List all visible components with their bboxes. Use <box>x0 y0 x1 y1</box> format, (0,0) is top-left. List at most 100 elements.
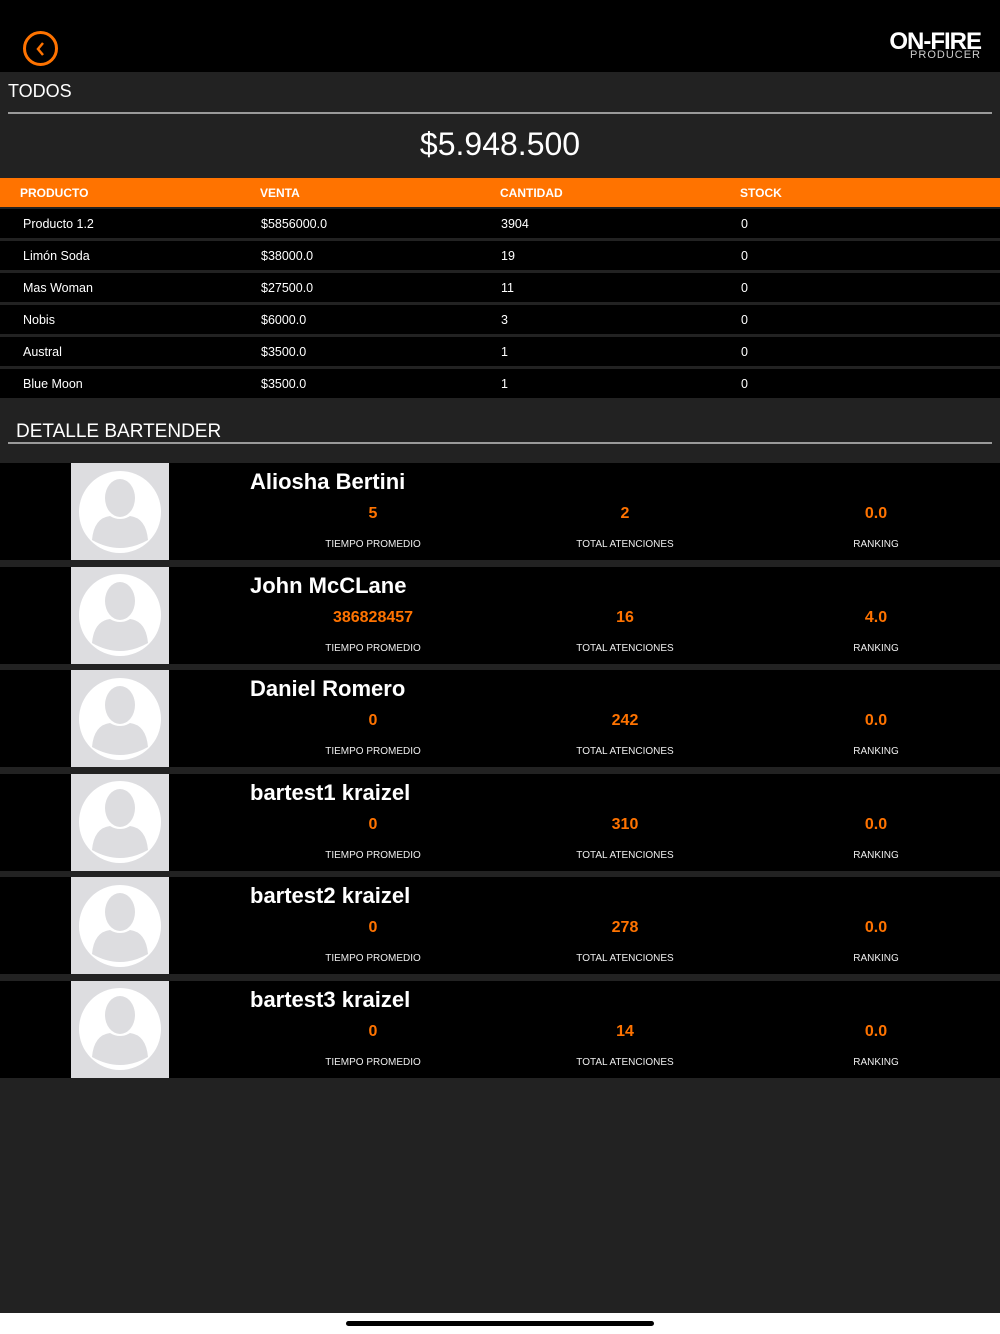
ranking-label: RANKING <box>853 642 899 654</box>
tiempo-value: 0 <box>368 919 378 936</box>
bartender-card[interactable]: bartest3 kraizel 0 TIEMPO PROMEDIO 14 TOTA… <box>0 980 1000 1078</box>
bartender-name: bartest3 kraizel <box>250 986 411 1012</box>
column-header: PRODUCTO <box>20 185 89 200</box>
ranking-label: RANKING <box>853 539 899 550</box>
ranking-label: RANKING <box>853 849 899 861</box>
tiempo-label: TIEMPO PROMEDIO <box>325 1056 421 1068</box>
detail-title: DETALLE BARTENDER <box>16 421 222 442</box>
table-row[interactable]: Producto 1.2 $5856000.0 3904 0 <box>0 209 1000 239</box>
chevron-left-icon <box>35 41 44 56</box>
stat-atenciones: 242 TOTAL ATENCIONES <box>525 712 725 757</box>
table-cell: $27500.0 <box>261 280 314 295</box>
table-cell: Nobis <box>23 312 55 327</box>
ranking-label: RANKING <box>853 953 899 964</box>
stat-tiempo: 0 TIEMPO PROMEDIO <box>273 712 473 757</box>
user-placeholder-icon <box>79 574 161 656</box>
user-placeholder-icon <box>79 677 161 760</box>
table-row[interactable]: Blue Moon $3500.0 1 0 <box>0 369 1000 399</box>
stat-atenciones: 2 TOTAL ATENCIONES <box>525 505 725 550</box>
table-cell: Blue Moon <box>23 376 83 391</box>
table-cell: 1 <box>501 376 508 391</box>
stat-tiempo: 5 TIEMPO PROMEDIO <box>273 505 473 550</box>
atenciones-label: TOTAL ATENCIONES <box>576 953 674 964</box>
ranking-label: RANKING <box>853 1056 899 1068</box>
atenciones-label: TOTAL ATENCIONES <box>576 746 674 757</box>
ranking-value: 0.0 <box>864 919 888 936</box>
atenciones-value: 278 <box>611 919 639 936</box>
table-row[interactable]: Limón Soda $38000.0 19 0 <box>0 241 1000 271</box>
total-amount: $5.948.500 <box>419 126 581 162</box>
bartender-card[interactable]: bartest2 kraizel 0 TIEMPO PROMEDIO 278 TOT… <box>0 877 1000 974</box>
table-cell: Mas Woman <box>23 280 93 295</box>
bartender-name: Daniel Romero <box>250 676 406 701</box>
stat-atenciones: 278 TOTAL ATENCIONES <box>525 919 725 964</box>
stat-tiempo: 386828457 TIEMPO PROMEDIO <box>273 609 473 654</box>
stat-atenciones: 14 TOTAL ATENCIONES <box>525 1023 725 1068</box>
ranking-value: 0.0 <box>864 815 888 833</box>
home-indicator[interactable] <box>346 1321 654 1326</box>
table-cell: 11 <box>501 280 514 295</box>
bartender-card[interactable]: bartest1 kraizel 0 TIEMPO PROMEDIO 310 TOT… <box>0 773 1000 871</box>
atenciones-label: TOTAL ATENCIONES <box>576 642 674 654</box>
table-cell: 0 <box>741 216 748 231</box>
bartender-list: Aliosha Bertini 5 TIEMPO PROMEDIO 2 TOTAL … <box>0 463 1000 1078</box>
avatar <box>71 670 169 767</box>
bartender-name: John McCLane <box>250 572 407 598</box>
tiempo-label: TIEMPO PROMEDIO <box>325 953 421 964</box>
tiempo-label: TIEMPO PROMEDIO <box>325 539 421 550</box>
table-cell: 0 <box>741 312 748 327</box>
user-placeholder-icon <box>79 988 161 1070</box>
tiempo-value: 0 <box>368 712 378 729</box>
column-header: CANTIDAD <box>500 185 563 200</box>
tiempo-label: TIEMPO PROMEDIO <box>325 849 421 861</box>
table-row[interactable]: Mas Woman $27500.0 11 0 <box>0 273 1000 303</box>
bartender-card[interactable]: Aliosha Bertini 5 TIEMPO PROMEDIO 2 TOTAL … <box>0 463 1000 560</box>
ranking-value: 0.0 <box>864 1022 888 1040</box>
stat-ranking: 0.0 RANKING <box>776 919 976 964</box>
ranking-label: RANKING <box>853 746 899 757</box>
top-bar: ON-FIRE PRODUCER <box>0 0 1000 72</box>
table-cell: 0 <box>741 376 748 391</box>
stat-ranking: 4.0 RANKING <box>776 609 976 654</box>
avatar <box>71 773 169 871</box>
atenciones-value: 16 <box>616 608 634 626</box>
ranking-value: 0.0 <box>864 712 888 729</box>
atenciones-value: 14 <box>616 1022 634 1040</box>
tiempo-value: 5 <box>368 505 378 522</box>
user-placeholder-icon <box>79 470 161 553</box>
bartender-name: bartest1 kraizel <box>250 779 411 805</box>
tiempo-label: TIEMPO PROMEDIO <box>325 642 421 654</box>
stat-ranking: 0.0 RANKING <box>776 1023 976 1068</box>
logo: ON-FIRE PRODUCER <box>889 30 982 62</box>
table-cell: Austral <box>23 344 62 359</box>
table-cell: 1 <box>501 344 508 359</box>
tiempo-value: 386828457 <box>332 608 414 626</box>
filter-title: TODOS <box>8 81 72 101</box>
atenciones-value: 310 <box>611 815 639 833</box>
bartender-name: Aliosha Bertini <box>250 469 406 494</box>
atenciones-label: TOTAL ATENCIONES <box>576 1056 674 1068</box>
column-header: VENTA <box>260 185 300 200</box>
table-cell: $38000.0 <box>261 248 314 263</box>
table-header: PRODUCTO VENTA CANTIDAD STOCK <box>0 178 1000 207</box>
table-cell: 0 <box>741 248 748 263</box>
stat-atenciones: 16 TOTAL ATENCIONES <box>525 609 725 654</box>
stat-ranking: 0.0 RANKING <box>776 816 976 861</box>
avatar <box>71 463 169 560</box>
table-body: Producto 1.2 $5856000.0 3904 0 Limón Soda $38… <box>0 209 1000 399</box>
table-row[interactable]: Nobis $6000.0 3 0 <box>0 305 1000 335</box>
atenciones-label: TOTAL ATENCIONES <box>576 849 674 861</box>
table-cell: 19 <box>501 248 515 263</box>
stat-atenciones: 310 TOTAL ATENCIONES <box>525 816 725 861</box>
atenciones-value: 2 <box>620 505 630 522</box>
avatar <box>71 566 169 664</box>
bartender-card[interactable]: John McCLane 386828457 TIEMPO PROMEDIO 16… <box>0 566 1000 664</box>
atenciones-label: TOTAL ATENCIONES <box>576 539 674 550</box>
table-cell: $5856000.0 <box>261 216 328 231</box>
ranking-value: 0.0 <box>864 505 888 522</box>
column-header: STOCK <box>740 185 782 200</box>
back-button[interactable] <box>23 31 58 66</box>
user-placeholder-icon <box>79 884 161 967</box>
bartender-card[interactable]: Daniel Romero 0 TIEMPO PROMEDIO 242 TOTAL … <box>0 670 1000 767</box>
table-row[interactable]: Austral $3500.0 1 0 <box>0 337 1000 367</box>
